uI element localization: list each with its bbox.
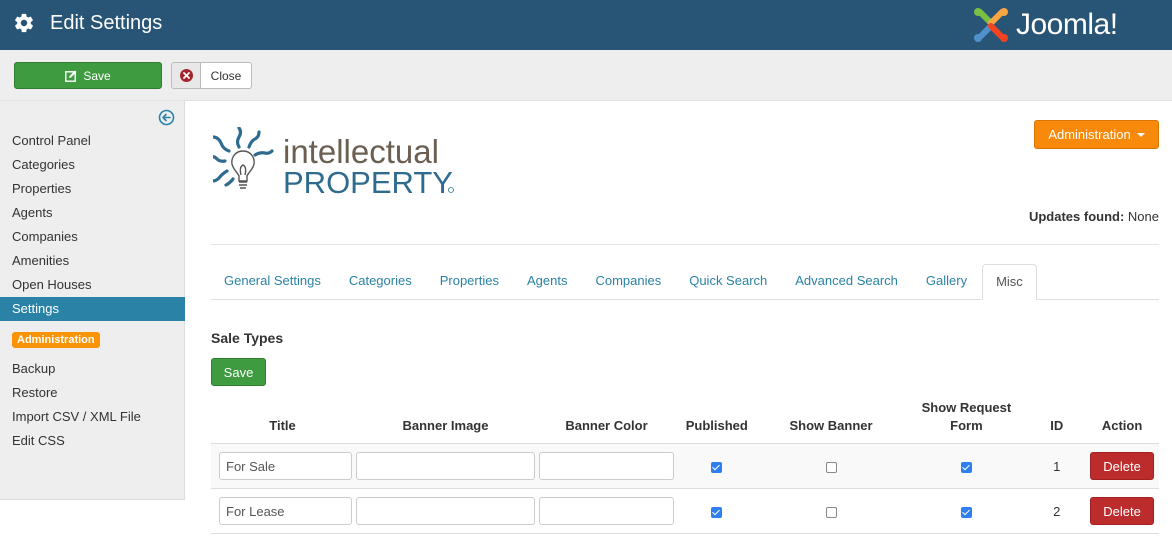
sidebar-item-open-houses[interactable]: Open Houses — [0, 273, 185, 297]
tab-companies[interactable]: Companies — [582, 264, 674, 300]
save-button-label: Save — [83, 68, 111, 83]
close-circle-icon — [179, 69, 193, 82]
delete-button[interactable]: Delete — [1090, 497, 1155, 525]
logo-line2: PROPERTY — [283, 165, 453, 197]
table-row: 1 Delete — [211, 443, 1159, 489]
divider — [211, 244, 1159, 245]
sidebar-item-properties[interactable]: Properties — [0, 177, 185, 201]
sale-types-table: Title Banner Image Banner Color Publishe… — [211, 399, 1159, 534]
column-header-show-request-form: Show Request Form — [904, 399, 1029, 444]
sidebar-item-edit-css[interactable]: Edit CSS — [0, 429, 185, 453]
updates-status: Updates found: None — [1029, 209, 1159, 224]
sidebar-item-categories[interactable]: Categories — [0, 153, 185, 177]
sidebar-item-agents[interactable]: Agents — [0, 201, 185, 225]
column-header-published: Published — [676, 399, 758, 444]
edit-icon — [65, 70, 77, 82]
table-row: 2 Delete — [211, 488, 1159, 534]
id-cell: 1 — [1028, 443, 1086, 489]
header-bar: Edit Settings Joomla! — [0, 0, 1172, 50]
table-header-row: Title Banner Image Banner Color Publishe… — [211, 399, 1159, 444]
banner-color-input[interactable] — [539, 497, 674, 525]
page-title: Edit Settings — [50, 12, 163, 34]
column-header-action: Action — [1085, 399, 1159, 444]
close-button[interactable]: Close — [171, 62, 252, 89]
lightbulb — [231, 150, 255, 189]
sidebar-item-companies[interactable]: Companies — [0, 225, 185, 249]
close-button-label: Close — [210, 68, 242, 83]
sidebar-nav: Control Panel Categories Properties Agen… — [0, 129, 185, 453]
section-title: Sale Types — [211, 330, 284, 346]
caret-down-icon — [1136, 132, 1145, 137]
sidebar-item-restore[interactable]: Restore — [0, 381, 185, 405]
tab-gallery[interactable]: Gallery — [913, 264, 980, 300]
joomla-logo: Joomla! — [972, 5, 1118, 45]
settings-tabs: General Settings Categories Properties A… — [211, 264, 1159, 300]
sale-types-save-button[interactable]: Save — [211, 358, 266, 386]
tab-misc[interactable]: Misc — [982, 264, 1037, 300]
joomla-icon — [974, 8, 1008, 42]
tab-advanced-search[interactable]: Advanced Search — [782, 264, 911, 300]
sidebar-item-backup[interactable]: Backup — [0, 357, 185, 381]
sidebar-item-control-panel[interactable]: Control Panel — [0, 129, 185, 153]
banner-image-input[interactable] — [356, 452, 535, 480]
sidebar-item-settings[interactable]: Settings — [0, 297, 185, 321]
brand-name: Joomla! — [1016, 8, 1118, 41]
published-checkbox[interactable] — [711, 506, 723, 518]
id-cell: 2 — [1028, 488, 1086, 534]
save-button[interactable]: Save — [14, 62, 162, 89]
toolbar: Save Close — [0, 50, 1172, 101]
column-header-title: Title — [211, 399, 354, 444]
administration-dropdown-label: Administration — [1048, 127, 1131, 142]
sidebar-item-amenities[interactable]: Amenities — [0, 249, 185, 273]
tab-quick-search[interactable]: Quick Search — [676, 264, 780, 300]
sidebar-item-import-csv-xml[interactable]: Import CSV / XML File — [0, 405, 185, 429]
show-banner-checkbox[interactable] — [825, 506, 837, 518]
banner-image-input[interactable] — [356, 497, 535, 525]
tab-general-settings[interactable]: General Settings — [211, 264, 334, 300]
tab-agents[interactable]: Agents — [514, 264, 580, 300]
updates-value: None — [1127, 209, 1159, 224]
updates-label: Updates found: — [1028, 209, 1125, 224]
title-input[interactable] — [219, 497, 352, 525]
delete-button[interactable]: Delete — [1090, 452, 1155, 480]
sidebar: Control Panel Categories Properties Agen… — [0, 101, 185, 500]
administration-dropdown[interactable]: Administration — [1034, 120, 1159, 149]
tab-categories[interactable]: Categories — [336, 264, 425, 300]
show-request-form-checkbox[interactable] — [960, 506, 972, 518]
column-header-banner-color: Banner Color — [537, 399, 676, 444]
show-banner-checkbox[interactable] — [825, 461, 837, 473]
gear-icon — [15, 13, 33, 33]
intellectual-property-logo: intellectual PROPERTY — [213, 127, 454, 197]
show-request-form-checkbox[interactable] — [960, 461, 972, 473]
collapse-sidebar-icon[interactable] — [158, 109, 175, 126]
column-header-banner-image: Banner Image — [354, 399, 537, 444]
title-input[interactable] — [219, 452, 352, 480]
column-header-id: ID — [1028, 399, 1086, 444]
administration-badge: Administration — [12, 332, 100, 348]
tab-properties[interactable]: Properties — [427, 264, 512, 300]
published-checkbox[interactable] — [711, 461, 723, 473]
banner-color-input[interactable] — [539, 452, 674, 480]
column-header-show-banner: Show Banner — [757, 399, 905, 444]
